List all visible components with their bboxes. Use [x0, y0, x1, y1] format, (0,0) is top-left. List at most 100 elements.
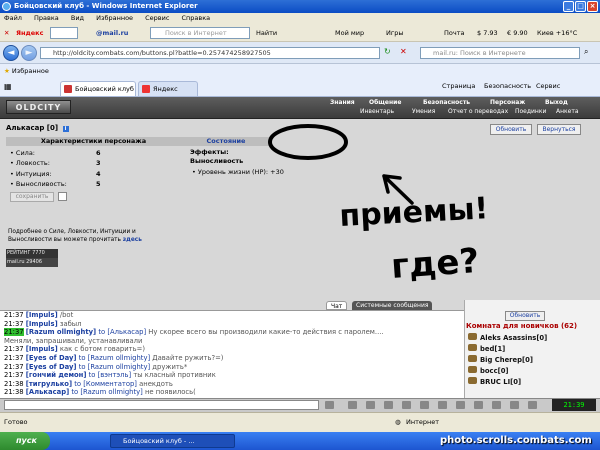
chat-recipient[interactable]: to [вэнтэль]	[86, 371, 132, 379]
nav-security[interactable]: Безопасность	[423, 99, 470, 106]
mailru-counter[interactable]: mail.ru 29406	[6, 258, 58, 267]
user-item[interactable]: Big Cherep[0]	[468, 355, 533, 364]
search-icon[interactable]: ⌕	[584, 47, 588, 57]
clear-icon[interactable]	[366, 401, 375, 409]
annotation-text-1: приемы!	[339, 191, 490, 234]
menu-help[interactable]: Справка	[182, 14, 211, 22]
minimize-button[interactable]: _	[563, 1, 574, 12]
chat-recipient[interactable]: to [Razum ollmighty]	[77, 363, 150, 371]
close-button[interactable]: ×	[587, 1, 598, 12]
handwritten-annotation: приемы! где?	[268, 124, 490, 287]
chat-line: 21:37 [Eyes of Day] to [Razum ollmighty]…	[4, 354, 464, 363]
private-icon[interactable]	[492, 401, 501, 409]
chat-nick[interactable]: [тигрулько]	[26, 380, 72, 388]
yandex-button[interactable]: Яндекс	[14, 27, 45, 39]
menu-edit[interactable]: Правка	[34, 14, 59, 22]
rating-counter[interactable]: РЕЙТИНГ 7770 16697	[6, 249, 58, 265]
chat-nick[interactable]: [Impuls]	[26, 311, 58, 319]
chat-recipient[interactable]: to [Алькасар]	[96, 328, 146, 336]
translit-icon[interactable]	[456, 401, 465, 409]
quick-tabs-icon[interactable]: ▦	[4, 82, 12, 91]
subnav-profile[interactable]: Анкета	[556, 108, 579, 115]
chat-time: 21:37	[4, 353, 24, 362]
start-button[interactable]: пуск	[0, 432, 50, 450]
smiley-icon[interactable]	[348, 401, 357, 409]
tab-system-messages[interactable]: Системные сообщения	[352, 301, 433, 310]
send-icon[interactable]	[325, 401, 334, 409]
refresh-icon[interactable]: ↻	[384, 47, 391, 56]
yandex-search-input[interactable]	[50, 27, 78, 39]
chat-nick[interactable]: [Eyes of Day]	[26, 363, 77, 371]
menu-tools[interactable]: Сервис	[145, 14, 169, 22]
more-info-link[interactable]: здесь	[123, 237, 142, 243]
scroll-icon[interactable]	[438, 401, 447, 409]
chat-log[interactable]: 21:37 [Impuls] /bot 21:37 [Impuls] забыл 2…	[0, 310, 464, 398]
mailru-search-input[interactable]: Поиск в Интернет	[150, 27, 250, 39]
subnav-transfers[interactable]: Отчет о переводах	[448, 108, 508, 115]
tools-menu[interactable]: Сервис	[536, 82, 560, 90]
room-icon[interactable]	[474, 401, 483, 409]
chat-nick[interactable]: [Алькасар]	[26, 388, 69, 396]
user-item[interactable]: BRUC LI[0]	[468, 377, 521, 386]
chat-recipient[interactable]: to [Комментатор]	[72, 380, 137, 388]
back-button[interactable]: ◄	[3, 45, 19, 61]
save-button[interactable]: сохранить	[10, 192, 54, 202]
chat-recipient[interactable]: to [Razum ollmighty]	[69, 388, 142, 396]
chat-nick[interactable]: [Impuls]	[26, 345, 58, 353]
chat-text: ты класный противник	[131, 371, 216, 380]
taskbar-item-combats[interactable]: Бойцовский клуб - ...	[110, 434, 235, 448]
safety-menu[interactable]: Безопасность	[484, 82, 531, 90]
user-item[interactable]: Aleks Asassins[0]	[468, 333, 547, 342]
chat-nick[interactable]: [Impuls]	[26, 320, 58, 328]
address-input[interactable]: http://oldcity.combats.com/buttons.pl?ba…	[40, 47, 380, 59]
moimir-button[interactable]: Мой мир	[333, 27, 366, 39]
menu-favorites[interactable]: Избранное	[96, 14, 133, 22]
stat-intuition-label: • Интуиция:	[10, 170, 52, 178]
subnav-skills[interactable]: Умения	[412, 108, 435, 115]
forward-button[interactable]: ►	[21, 45, 37, 61]
mail-search-input[interactable]: mail.ru: Поиск в Интернете	[420, 47, 580, 59]
menu-bar: Файл Правка Вид Избранное Сервис Справка	[0, 13, 600, 24]
mail-button[interactable]: Почта	[442, 27, 466, 39]
chat-recipient[interactable]: to [Razum ollmighty]	[77, 354, 150, 362]
subnav-inventory[interactable]: Инвентарь	[360, 108, 394, 115]
subnav-battles[interactable]: Поединки	[515, 108, 546, 115]
mailru-button[interactable]: @mail.ru	[94, 27, 130, 39]
games-button[interactable]: Игры	[384, 27, 406, 39]
stop-icon[interactable]: ✕	[400, 47, 407, 56]
room-refresh-button[interactable]: Обновить	[505, 311, 545, 321]
tab-chat[interactable]: Чат	[326, 301, 348, 310]
user-item[interactable]: bed[1]	[468, 344, 505, 353]
filter-icon[interactable]	[384, 401, 393, 409]
page-menu[interactable]: Страница	[442, 82, 475, 90]
tab-combats[interactable]: Бойцовский клуб	[60, 81, 136, 96]
chat-nick[interactable]: [гончий демон]	[26, 371, 87, 379]
chat-nick[interactable]: [Eyes of Day]	[26, 354, 77, 362]
tab-bar: ▦ Бойцовский клуб Яндекс Страница Безопа…	[0, 78, 600, 97]
ie-icon	[2, 2, 11, 11]
nav-exit[interactable]: Выход	[545, 99, 568, 106]
exit-chat-icon[interactable]	[528, 401, 537, 409]
weather-widget[interactable]: Киев +16°C	[535, 27, 579, 39]
chat-nick[interactable]: [Razum ollmighty]	[26, 328, 96, 336]
close-toolbar-icon[interactable]: ✕	[2, 27, 11, 39]
menu-view[interactable]: Вид	[71, 14, 84, 22]
nav-knowledge[interactable]: Знания	[330, 99, 355, 106]
game-clock: 21:39	[552, 399, 596, 411]
internet-zone-icon: ◍	[395, 418, 401, 426]
user-icon	[468, 355, 477, 362]
find-button[interactable]: Найти	[254, 27, 279, 39]
sound-icon[interactable]	[510, 401, 519, 409]
action-icon[interactable]	[402, 401, 411, 409]
nav-communication[interactable]: Общение	[369, 99, 401, 106]
save-checkbox[interactable]	[58, 192, 67, 201]
info-icon[interactable]: i	[62, 126, 69, 132]
maximize-button[interactable]: □	[575, 1, 586, 12]
tab-yandex[interactable]: Яндекс	[138, 81, 198, 96]
settings-icon[interactable]	[420, 401, 429, 409]
user-item[interactable]: bocc[0]	[468, 366, 509, 375]
favorites-button[interactable]: Избранное	[12, 67, 49, 75]
chat-input[interactable]	[4, 400, 319, 410]
menu-file[interactable]: Файл	[4, 14, 22, 22]
nav-character[interactable]: Персонаж	[490, 99, 525, 106]
